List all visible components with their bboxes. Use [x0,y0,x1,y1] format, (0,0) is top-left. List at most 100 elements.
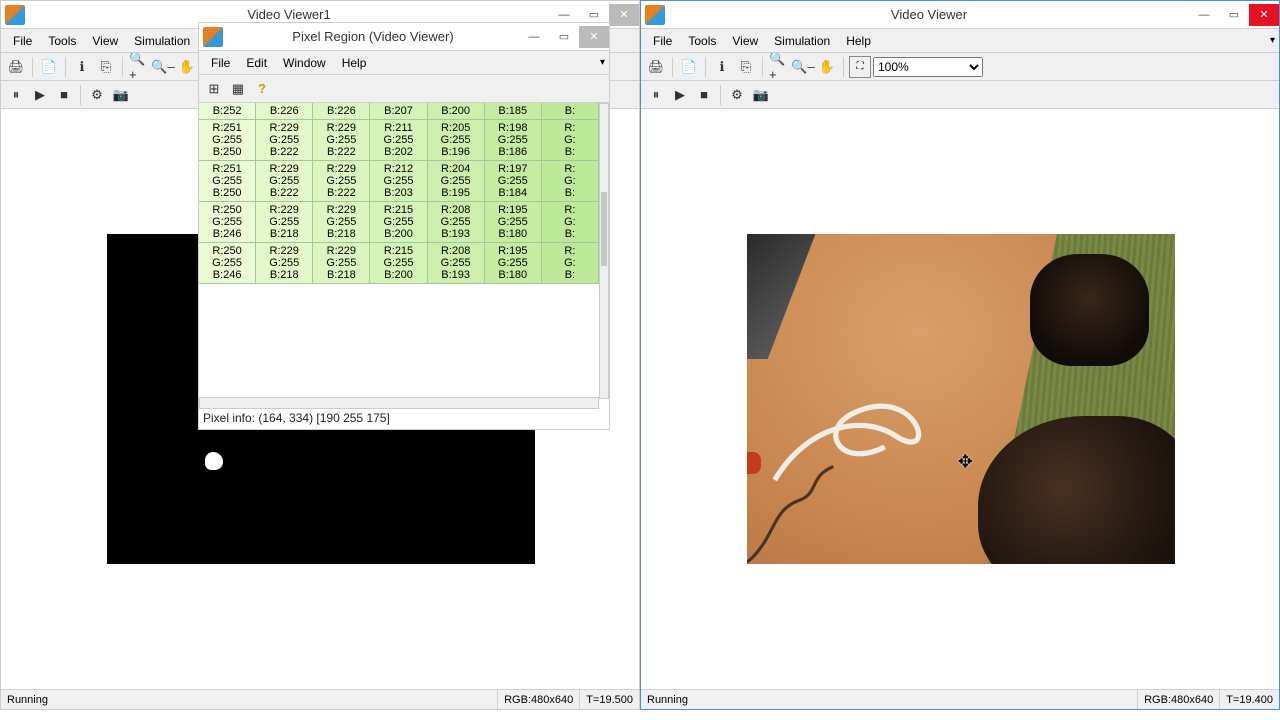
table-crack [747,465,867,564]
copy-icon[interactable]: ⎘ [735,56,757,78]
window-pixel-region: Pixel Region (Video Viewer) — ▭ ✕ File E… [198,22,610,430]
scrollbar-horizontal[interactable] [199,397,599,409]
pixel-cell: R:G:B: [542,161,599,201]
copy-icon[interactable]: ⎘ [95,56,117,78]
menu-simulation[interactable]: Simulation [766,32,838,50]
pixel-cell: R:229G:255B:222 [313,120,370,160]
pixel-cell: R:195G:255B:180 [485,243,542,283]
office-chair-far [1030,254,1150,366]
toolbar: ⊞ ▦ ? [199,75,609,103]
zoom-out-icon[interactable]: 🔍– [792,56,814,78]
menu-file[interactable]: File [203,54,238,72]
menu-edit[interactable]: Edit [238,54,275,72]
menu-window[interactable]: Window [275,54,334,72]
minimize-button[interactable]: — [1189,4,1219,26]
pixel-cell: R:251G:255B:250 [199,161,256,201]
pixel-cell: R:229G:255B:218 [313,243,370,283]
pixel-cell: R:215G:255B:200 [370,243,427,283]
stop-icon[interactable]: ■ [53,84,75,106]
pause-icon[interactable]: ⏸ [645,84,667,106]
pixel-cell: R:208G:255B:193 [428,243,485,283]
window-title: Video Viewer1 [29,7,549,22]
app-icon [203,27,223,47]
zoom-out-icon[interactable]: 🔍– [152,56,174,78]
print-icon[interactable]: 🖨 [645,56,667,78]
snapshot-icon[interactable]: 📷 [110,84,132,106]
menu-overflow-icon[interactable]: ▾ [600,57,605,68]
new-icon[interactable]: 📄 [38,56,60,78]
toolbar-main: 🖨 📄 ℹ ⎘ 🔍+ 🔍– ✋ ⛶ 100% [641,53,1279,81]
pixel-header-cell: B:185 [485,103,542,119]
pan-icon[interactable]: ✋ [816,56,838,78]
pause-icon[interactable]: ⏸ [5,84,27,106]
grid-icon[interactable]: ⊞ [203,78,225,100]
menu-file[interactable]: File [5,32,40,50]
menu-help[interactable]: Help [334,54,375,72]
highlight-icon[interactable]: ⚙ [86,84,108,106]
pixel-cell: R:211G:255B:202 [370,120,427,160]
status-time: T=19.400 [1220,690,1279,709]
menu-simulation[interactable]: Simulation [126,32,198,50]
pixel-grid-area: B:252B:226B:226B:207B:200B:185B:R:251G:2… [199,103,609,429]
pixel-cell: R:G:B: [542,243,599,283]
move-cursor-icon: ✥ [958,451,973,472]
zoom-in-icon[interactable]: 🔍+ [128,56,150,78]
titlebar[interactable]: Video Viewer — ▭ ✕ [641,1,1279,29]
help-icon[interactable]: ? [251,78,273,100]
info-icon[interactable]: ℹ [71,56,93,78]
menu-help[interactable]: Help [838,32,879,50]
close-button[interactable]: ✕ [1249,4,1279,26]
status-dimensions: RGB:480x640 [498,690,580,709]
pixel-header-cell: B: [542,103,599,119]
fit-to-view-icon[interactable]: ⛶ [849,56,871,78]
pixel-cell: R:229G:255B:222 [256,161,313,201]
window-title: Pixel Region (Video Viewer) [227,29,519,44]
pixel-cell: R:229G:255B:218 [313,202,370,242]
zoom-select[interactable]: 100% [873,57,983,77]
pixel-cell: R:208G:255B:193 [428,202,485,242]
info-icon[interactable]: ℹ [711,56,733,78]
pixel-table: B:252B:226B:226B:207B:200B:185B:R:251G:2… [199,103,599,399]
grid2-icon[interactable]: ▦ [227,78,249,100]
scrollbar-vertical[interactable] [599,103,609,399]
pixel-cell: R:229G:255B:222 [256,120,313,160]
detected-blob [205,452,223,470]
maximize-button[interactable]: ▭ [549,26,579,48]
pixel-header-cell: B:207 [370,103,427,119]
play-icon[interactable]: ▶ [29,84,51,106]
titlebar[interactable]: Pixel Region (Video Viewer) — ▭ ✕ [199,23,609,51]
pan-icon[interactable]: ✋ [176,56,198,78]
pixel-cell: R:250G:255B:246 [199,243,256,283]
minimize-button[interactable]: — [519,26,549,48]
snapshot-icon[interactable]: 📷 [750,84,772,106]
pixel-cell: R:198G:255B:186 [485,120,542,160]
new-icon[interactable]: 📄 [678,56,700,78]
window-title: Video Viewer [669,7,1189,22]
menu-tools[interactable]: Tools [40,32,84,50]
menu-tools[interactable]: Tools [680,32,724,50]
statusbar: Running RGB:480x640 T=19.500 [1,689,639,709]
video-canvas-area: ✥ [641,109,1279,689]
play-icon[interactable]: ▶ [669,84,691,106]
print-icon[interactable]: 🖨 [5,56,27,78]
highlight-icon[interactable]: ⚙ [726,84,748,106]
pixel-info-label: Pixel info: (164, 334) [190 255 175] [203,411,390,425]
status-dimensions: RGB:480x640 [1138,690,1220,709]
pixel-cell: R:229G:255B:218 [256,202,313,242]
pixel-cell: R:212G:255B:203 [370,161,427,201]
zoom-in-icon[interactable]: 🔍+ [768,56,790,78]
pixel-cell: R:250G:255B:246 [199,202,256,242]
pixel-cell: R:G:B: [542,202,599,242]
menu-overflow-icon[interactable]: ▾ [1270,35,1275,46]
menu-file[interactable]: File [645,32,680,50]
maximize-button[interactable]: ▭ [1219,4,1249,26]
stop-icon[interactable]: ■ [693,84,715,106]
pixel-cell: R:205G:255B:196 [428,120,485,160]
menu-view[interactable]: View [724,32,766,50]
window-video-viewer-2: Video Viewer — ▭ ✕ File Tools View Simul… [640,0,1280,710]
menu-view[interactable]: View [84,32,126,50]
close-button[interactable]: ✕ [579,26,609,48]
status-running: Running [641,690,1138,709]
pixel-cell: R:229G:255B:222 [313,161,370,201]
close-button[interactable]: ✕ [609,4,639,26]
